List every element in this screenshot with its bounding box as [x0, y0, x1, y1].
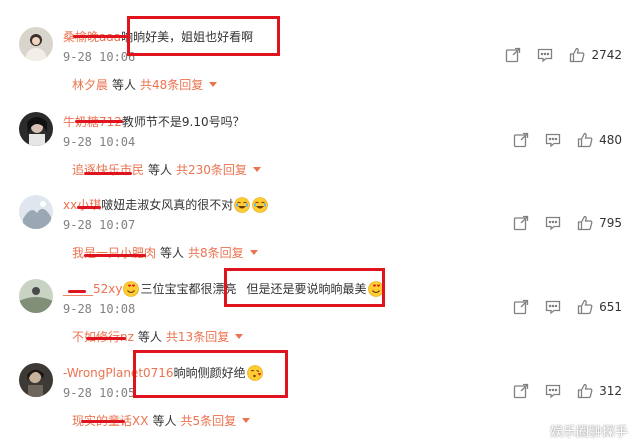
redaction-mark	[75, 120, 123, 123]
username[interactable]: xx小琪	[63, 195, 101, 215]
comment-icon[interactable]	[545, 383, 561, 399]
comment-icon[interactable]	[545, 299, 561, 315]
reply-mid: 等人	[160, 246, 185, 260]
reply-mid: 等人	[152, 414, 177, 428]
like-count: 480	[599, 133, 622, 147]
chevron-down-icon[interactable]	[252, 167, 261, 172]
like-icon[interactable]	[577, 299, 593, 315]
reply-summary[interactable]: 林夕晨 等人 共48条回复	[72, 76, 218, 93]
comment-icon[interactable]	[545, 132, 561, 148]
comment-time: 9-28 10:04	[63, 135, 136, 149]
reply-mid: 等人	[148, 163, 173, 177]
comment-time: 9-28 10:06	[63, 50, 136, 64]
like-count: 312	[599, 384, 622, 398]
heart-eyes-emoji	[123, 281, 140, 297]
comment-item: -WrongPlanet0716 晌晌侧颜好绝 9-28 10:05 现实的童话…	[0, 363, 636, 446]
reply-count[interactable]: 共13条回复	[166, 328, 229, 345]
like-count: 2742	[591, 48, 622, 62]
comment-text: 三位宝宝都很漂亮	[140, 282, 237, 296]
reply-count[interactable]: 共5条回复	[180, 412, 236, 429]
comment-text: 教师节不是9.10号吗？	[121, 115, 245, 129]
avatar[interactable]	[19, 112, 53, 146]
redaction-mark	[81, 420, 125, 423]
redaction-mark	[73, 35, 128, 38]
laugh-emoji	[234, 197, 251, 213]
highlight-box	[127, 16, 280, 56]
redaction-mark	[68, 290, 86, 293]
comment-item: 桑榆晚aaa 晌晌好美，姐姐也好看啊 9-28 10:06 林夕晨 等人 共48…	[0, 27, 636, 110]
reply-user[interactable]: 追逐快乐市民	[72, 161, 144, 178]
like-icon[interactable]	[577, 132, 593, 148]
share-icon[interactable]	[513, 299, 529, 315]
comment-time: 9-28 10:05	[63, 386, 136, 400]
reply-summary[interactable]: 追逐快乐市民 等人 共230条回复	[72, 161, 261, 178]
comment-time: 9-28 10:08	[63, 302, 136, 316]
share-icon[interactable]	[505, 47, 521, 63]
reply-user[interactable]: 林夕晨	[72, 76, 108, 93]
reply-mid: 等人	[137, 330, 162, 344]
watermark: 娱乐圈翀探手	[549, 425, 628, 440]
reply-summary[interactable]: 我是一只小肥肉 等人 共8条回复	[72, 244, 258, 261]
chevron-down-icon[interactable]	[249, 250, 258, 255]
avatar[interactable]	[19, 363, 53, 397]
reply-count[interactable]: 共48条回复	[140, 76, 203, 93]
comment-text: 啵妞走淑女风真的很不对	[101, 198, 234, 212]
comment-icon[interactable]	[545, 215, 561, 231]
redaction-mark	[84, 172, 132, 175]
like-count: 795	[599, 216, 622, 230]
redaction-mark	[86, 337, 126, 340]
comment-time: 9-28 10:07	[63, 218, 136, 232]
like-icon[interactable]	[569, 47, 585, 63]
redaction-mark	[77, 206, 101, 209]
highlight-box	[224, 268, 385, 307]
laugh-emoji	[252, 197, 269, 213]
like-count: 651	[599, 300, 622, 314]
chevron-down-icon[interactable]	[209, 82, 218, 87]
avatar[interactable]	[19, 27, 53, 61]
share-icon[interactable]	[513, 383, 529, 399]
redaction-mark	[84, 254, 146, 257]
share-icon[interactable]	[513, 132, 529, 148]
reply-user[interactable]: 我是一只小肥肉	[72, 244, 156, 261]
comment-item: 牛奶糖712 教师节不是9.10号吗？ 9-28 10:04 追逐快乐市民 等人…	[0, 112, 636, 195]
chevron-down-icon[interactable]	[242, 418, 251, 423]
reply-mid: 等人	[112, 78, 137, 92]
reply-count[interactable]: 共8条回复	[188, 244, 244, 261]
avatar[interactable]	[19, 195, 53, 229]
like-icon[interactable]	[577, 215, 593, 231]
comment-icon[interactable]	[537, 47, 553, 63]
username[interactable]: _____52xy	[63, 279, 122, 299]
chevron-down-icon[interactable]	[235, 334, 244, 339]
reply-count[interactable]: 共230条回复	[176, 161, 247, 178]
like-icon[interactable]	[577, 383, 593, 399]
avatar[interactable]	[19, 279, 53, 313]
highlight-box	[133, 350, 288, 398]
share-icon[interactable]	[513, 215, 529, 231]
